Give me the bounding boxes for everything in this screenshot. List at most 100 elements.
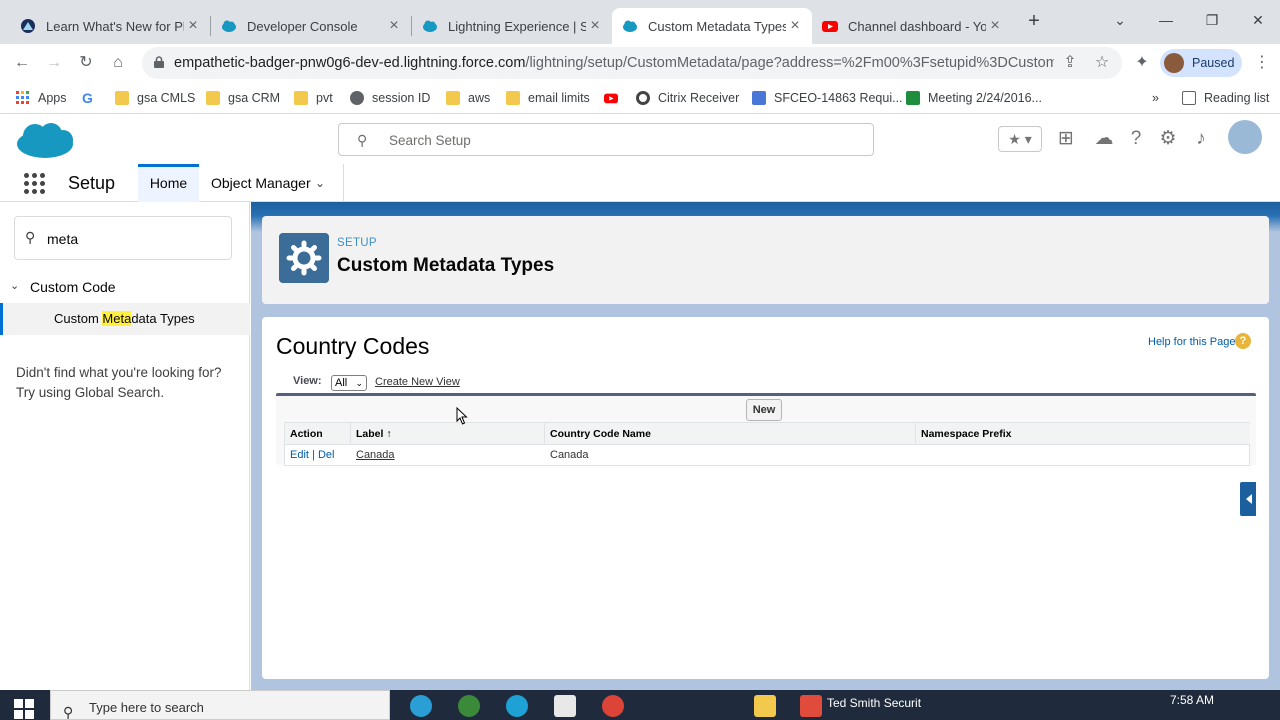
edit-link[interactable]: Edit	[290, 449, 309, 461]
share-icon[interactable]: ⇪	[1060, 53, 1080, 73]
youtube-icon	[604, 93, 618, 104]
not-found-line-1: Didn't find what you're looking for?	[16, 365, 222, 380]
close-tab-icon[interactable]: ×	[385, 17, 403, 35]
new-tab-icon[interactable]: +	[1024, 10, 1044, 33]
view-select[interactable]: All ⌄	[331, 375, 367, 391]
file-explorer-icon[interactable]	[754, 695, 776, 717]
panel-collapse-toggle[interactable]	[1238, 480, 1258, 518]
sidebar-item-custom-metadata-types[interactable]: Custom Metadata Types	[0, 303, 250, 335]
folder-icon	[206, 91, 220, 105]
favorites-star-icon[interactable]: ★ ▾	[998, 126, 1042, 152]
close-tab-icon[interactable]: ×	[786, 17, 804, 35]
taskbar-app-icon[interactable]	[410, 695, 432, 717]
create-new-view-link[interactable]: Create New View	[375, 376, 460, 388]
column-header-action: Action	[285, 423, 351, 445]
browser-tab-lightning-experience[interactable]: Lightning Experience | Sal ×	[412, 8, 612, 44]
taskbar-running-app-label[interactable]: Ted Smith Securit	[827, 696, 921, 710]
taskbar-app-icon[interactable]	[800, 695, 822, 717]
bookmark-youtube[interactable]	[604, 88, 626, 108]
close-tab-icon[interactable]: ×	[184, 17, 202, 35]
tab-title: Channel dashboard - You	[848, 18, 986, 34]
browser-tab-developer-console[interactable]: Developer Console ×	[211, 8, 411, 44]
bookmark-apps[interactable]: Apps	[16, 88, 67, 108]
salesforce-cloud-icon	[623, 20, 637, 32]
notifications-bell-icon[interactable]: ♪	[1189, 127, 1213, 151]
extensions-puzzle-icon[interactable]: ✦	[1132, 53, 1152, 73]
google-icon: G	[82, 90, 93, 106]
quick-find-input[interactable]	[47, 229, 217, 249]
help-question-icon[interactable]: ?	[1235, 333, 1251, 349]
record-label-link[interactable]: Canada	[356, 449, 395, 461]
list-view-panel: Country Codes Help for this Page ? View:…	[262, 317, 1269, 679]
address-bar[interactable]: empathetic-badger-pnw0g6-dev-ed.lightnin…	[142, 47, 1122, 79]
bookmarks-overflow-icon[interactable]: »	[1152, 88, 1159, 108]
chrome-browser-icon[interactable]	[602, 695, 624, 717]
column-header-namespace-prefix[interactable]: Namespace Prefix	[916, 423, 1250, 445]
reload-icon[interactable]: ↻	[76, 53, 96, 73]
profile-avatar	[1164, 53, 1184, 73]
forward-icon[interactable]: →	[44, 53, 64, 73]
bookmark-sfceo[interactable]: SFCEO-14863 Requi...	[752, 88, 903, 108]
bookmark-pvt[interactable]: pvt	[294, 88, 333, 108]
browser-tab-learn[interactable]: Learn What's New for Platf ×	[10, 8, 210, 44]
bookmark-email-limits[interactable]: email limits	[506, 88, 590, 108]
browser-tab-channel-dashboard[interactable]: Channel dashboard - You ×	[812, 8, 1012, 44]
action-separator: |	[312, 449, 315, 461]
windows-start-icon[interactable]	[14, 699, 34, 719]
chrome-menu-icon[interactable]: ⋮	[1252, 53, 1272, 73]
close-tab-icon[interactable]: ×	[986, 17, 1004, 35]
tab-object-manager-label: Object Manager	[211, 175, 311, 191]
minimize-icon[interactable]: —	[1156, 12, 1176, 28]
chevron-down-icon[interactable]: ⌄	[315, 164, 325, 202]
taskbar-clock[interactable]: 7:58 AM	[1164, 693, 1220, 707]
search-icon: ⚲	[63, 704, 74, 720]
restore-icon[interactable]: ❐	[1202, 12, 1222, 29]
back-icon[interactable]: ←	[12, 53, 32, 73]
global-actions-plus-icon[interactable]: ⊞	[1054, 127, 1078, 151]
reading-list-button[interactable]: Reading list	[1182, 88, 1269, 108]
user-avatar[interactable]	[1228, 120, 1262, 154]
bookmark-google[interactable]: G	[82, 88, 104, 108]
new-button[interactable]: New	[746, 399, 782, 421]
profile-button[interactable]: Paused	[1160, 49, 1242, 77]
list-title: Country Codes	[276, 333, 430, 359]
setup-gear-icon[interactable]: ⚙	[1156, 127, 1180, 151]
tab-home[interactable]: Home	[138, 164, 199, 202]
bookmark-label: gsa CRM	[228, 91, 281, 105]
bookmark-meeting[interactable]: Meeting 2/24/2016...	[906, 88, 1042, 108]
close-tab-icon[interactable]: ×	[586, 17, 604, 35]
help-for-page-link[interactable]: Help for this Page	[1148, 336, 1235, 348]
quick-find-box[interactable]: ⚲	[14, 216, 232, 260]
taskbar-app-icon[interactable]	[554, 695, 576, 717]
trailhead-guidance-icon[interactable]: ☁	[1092, 127, 1116, 151]
bookmark-session-id[interactable]: session ID	[350, 88, 430, 108]
profile-status: Paused	[1192, 56, 1235, 70]
bookmark-star-icon[interactable]: ☆	[1092, 53, 1112, 73]
reading-list-label: Reading list	[1204, 91, 1270, 105]
bookmark-gsa-crm[interactable]: gsa CRM	[206, 88, 280, 108]
home-icon[interactable]: ⌂	[108, 53, 128, 73]
delete-link[interactable]: Del	[318, 449, 335, 461]
column-header-country-code-name[interactable]: Country Code Name	[545, 423, 916, 445]
tab-search-chevron-icon[interactable]: ⌄	[1110, 12, 1130, 29]
browser-tab-custom-metadata-types[interactable]: Custom Metadata Types | ×	[612, 8, 812, 44]
setup-search-input[interactable]	[389, 130, 849, 150]
app-launcher-waffle-icon[interactable]	[24, 173, 46, 195]
tree-section-custom-code[interactable]: ⌄ Custom Code	[0, 277, 250, 299]
tab-object-manager[interactable]: Object Manager ⌄	[199, 164, 344, 202]
row-actions: Edit | Del	[285, 445, 351, 466]
setup-search-box[interactable]: ⚲	[338, 123, 874, 156]
close-window-icon[interactable]: ✕	[1248, 12, 1268, 29]
edge-browser-icon[interactable]	[506, 695, 528, 717]
taskbar-app-icon[interactable]	[458, 695, 480, 717]
tab-title: Learn What's New for Platf	[46, 18, 184, 34]
bookmark-aws[interactable]: aws	[446, 88, 490, 108]
bookmark-citrix-receiver[interactable]: Citrix Receiver	[636, 88, 739, 108]
tab-title: Lightning Experience | Sal	[448, 18, 586, 34]
chevron-down-icon[interactable]: ⌄	[10, 279, 19, 292]
help-icon[interactable]: ?	[1124, 127, 1148, 151]
column-header-label[interactable]: Label ↑	[351, 423, 545, 445]
salesforce-logo[interactable]	[15, 120, 75, 160]
bookmark-gsa-cmls[interactable]: gsa CMLS	[115, 88, 195, 108]
taskbar-search-box[interactable]: ⚲ Type here to search	[50, 690, 390, 720]
